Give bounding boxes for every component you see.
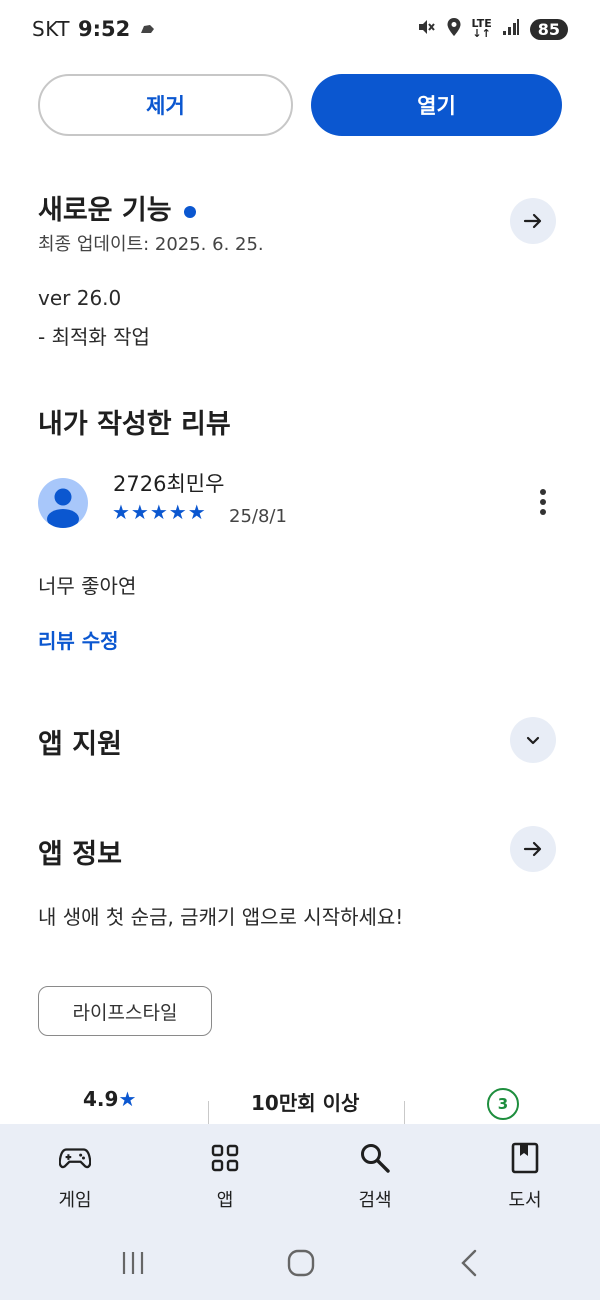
update-note: - 최적화 작업 [38,325,150,349]
book-icon [509,1142,541,1174]
cloud-icon [138,17,156,41]
nav-item-search[interactable]: 검색 [300,1124,450,1230]
user-icon [47,488,79,528]
more-vert-icon[interactable] [531,488,555,518]
rating-stat: 4.9★ [83,1087,136,1111]
back-icon[interactable] [458,1249,480,1277]
status-bar: SKT 9:52 LTE ↓↑ 85 [0,0,600,58]
last-updated: 최종 업데이트: 2025. 6. 25. [38,234,264,255]
signal-icon [502,17,520,41]
arrow-right-icon [523,213,542,229]
app-support-expand-button[interactable] [510,717,556,763]
review-date: 25/8/1 [229,506,287,527]
bottom-nav: 게임 앱 검색 도서 [0,1124,600,1230]
system-nav-bar [0,1230,600,1300]
status-right: LTE ↓↑ 85 [416,17,568,42]
battery-indicator: 85 [529,18,568,40]
rating-value: 4.9 [83,1087,119,1111]
category-chip[interactable]: 라이프스타일 [38,986,212,1036]
nav-item-books[interactable]: 도서 [450,1124,600,1230]
nav-label-games: 게임 [58,1190,92,1211]
my-review-title: 내가 작성한 리뷰 [38,409,231,440]
mute-icon [416,17,436,42]
apps-grid-icon [209,1142,241,1174]
version-text: ver 26.0 [38,286,122,310]
review-stars: ★★★★★ [112,500,207,524]
nav-item-games[interactable]: 게임 [0,1124,150,1230]
search-icon [359,1142,391,1174]
whats-new-header[interactable]: 새로운 기능 [38,188,196,227]
downloads-stat: 10만회 이상 [251,1091,360,1115]
star-icon: ★ [118,1087,137,1111]
network-type: LTE ↓↑ [472,18,492,40]
status-left: SKT 9:52 [32,17,156,41]
app-info-title[interactable]: 앱 정보 [38,832,122,871]
reviewer-name: 2726최민우 [113,472,225,496]
nav-label-search: 검색 [358,1190,392,1211]
stat-divider [404,1101,405,1125]
recent-apps-icon[interactable] [120,1250,146,1276]
nav-label-books: 도서 [508,1190,542,1211]
carrier-label: SKT [32,17,70,41]
review-text: 너무 좋아연 [38,574,137,598]
app-description: 내 생애 첫 순금, 금캐기 앱으로 시작하세요! [38,905,404,929]
stat-divider [208,1101,209,1125]
whats-new-arrow-button[interactable] [510,198,556,244]
app-support-title[interactable]: 앱 지원 [38,722,122,761]
content-rating-badge: 3 [487,1088,519,1120]
edit-review-link[interactable]: 리뷰 수정 [38,625,119,654]
nav-label-apps: 앱 [216,1190,234,1211]
app-info-arrow-button[interactable] [510,826,556,872]
whats-new-title: 새로운 기능 [38,195,172,226]
gamepad-icon [59,1142,91,1174]
home-icon[interactable] [287,1249,315,1277]
data-arrows-icon: ↓↑ [472,27,491,40]
clock: 9:52 [77,17,131,41]
arrow-right-icon [523,841,542,857]
location-icon [446,17,462,42]
uninstall-button[interactable]: 제거 [38,74,293,136]
nav-item-apps[interactable]: 앱 [150,1124,300,1230]
open-button[interactable]: 열기 [311,74,562,136]
action-buttons: 제거 열기 [38,74,562,136]
chevron-down-icon [526,736,540,745]
avatar [38,478,88,528]
new-indicator-dot [183,205,196,218]
